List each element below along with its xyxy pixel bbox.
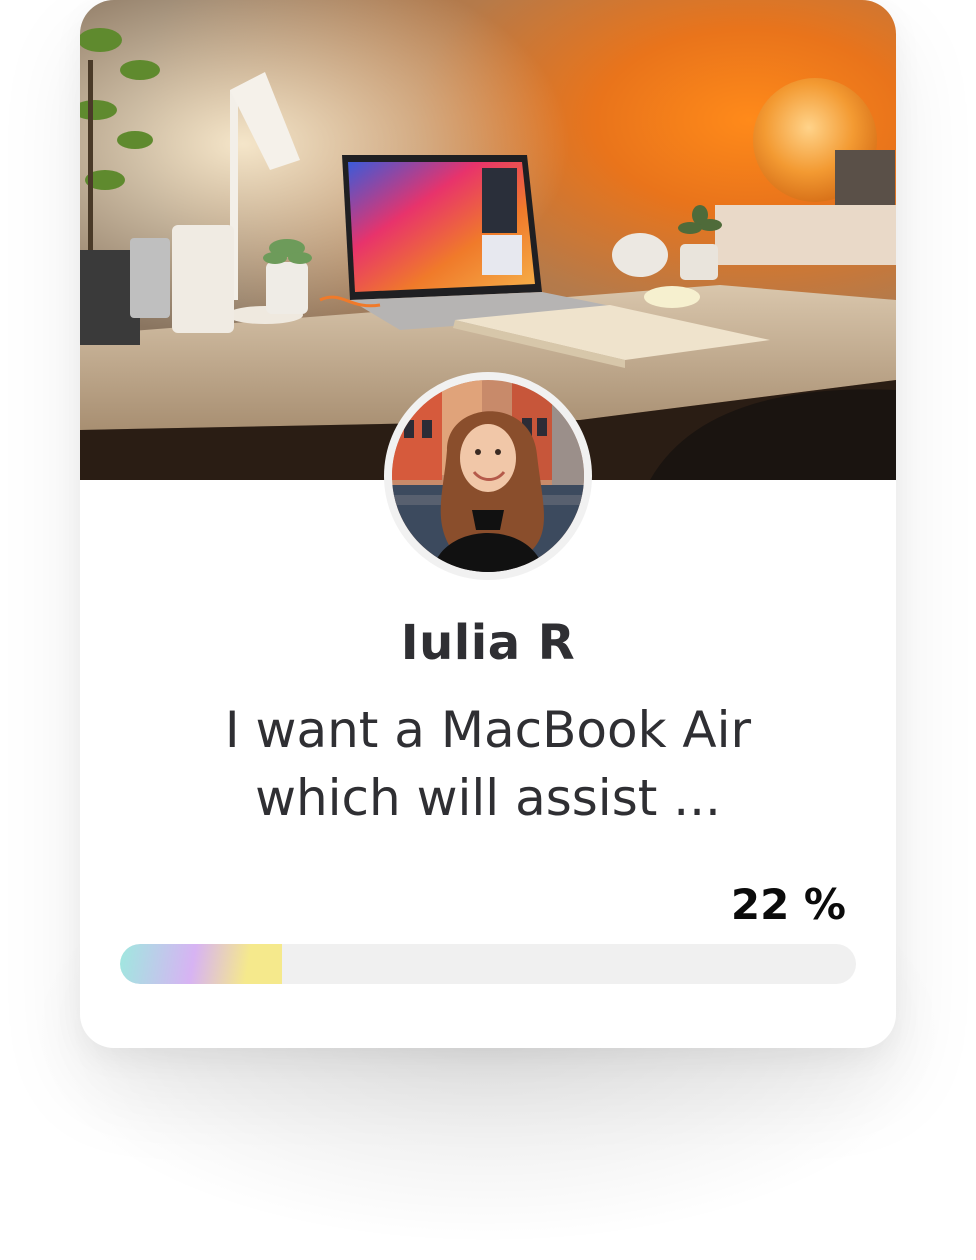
stage: Iulia R I want a MacBook Air which will … xyxy=(0,0,976,1260)
avatar-ring xyxy=(384,372,592,580)
avatar[interactable] xyxy=(392,380,584,572)
wish-message: I want a MacBook Air which will assist .… xyxy=(224,701,752,827)
progress-percent: 22 % xyxy=(730,880,846,929)
profile-name: Iulia R xyxy=(400,615,576,671)
progress-bar xyxy=(120,944,856,984)
wish-card[interactable]: Iulia R I want a MacBook Air which will … xyxy=(80,0,896,1048)
progress-fill xyxy=(120,944,282,984)
